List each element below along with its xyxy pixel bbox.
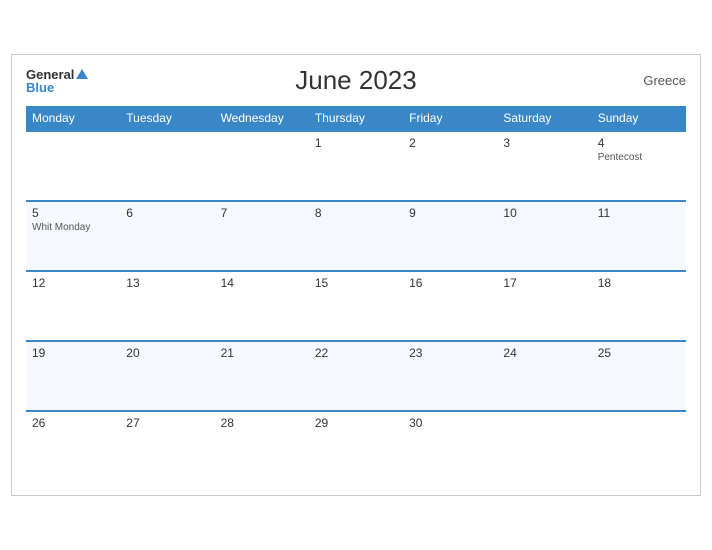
calendar-cell — [26, 131, 120, 201]
calendar-cell: 16 — [403, 271, 497, 341]
day-number: 13 — [126, 276, 208, 290]
calendar-cell: 25 — [592, 341, 686, 411]
calendar-grid: MondayTuesdayWednesdayThursdayFridaySatu… — [26, 106, 686, 481]
calendar-cell: 6 — [120, 201, 214, 271]
day-number: 20 — [126, 346, 208, 360]
day-number: 2 — [409, 136, 491, 150]
weekday-header-friday: Friday — [403, 106, 497, 131]
logo-triangle-icon — [76, 69, 88, 79]
day-number: 19 — [32, 346, 114, 360]
weekday-header-sunday: Sunday — [592, 106, 686, 131]
calendar-cell: 24 — [497, 341, 591, 411]
calendar-cell — [215, 131, 309, 201]
calendar-cell: 12 — [26, 271, 120, 341]
calendar-cell — [592, 411, 686, 481]
weekday-header-thursday: Thursday — [309, 106, 403, 131]
calendar-cell: 8 — [309, 201, 403, 271]
calendar-cell — [120, 131, 214, 201]
day-number: 26 — [32, 416, 114, 430]
calendar-week-row: 1234 Pentecost — [26, 131, 686, 201]
day-number: 16 — [409, 276, 491, 290]
calendar-cell: 15 — [309, 271, 403, 341]
day-number: 25 — [598, 346, 680, 360]
calendar-cell: 30 — [403, 411, 497, 481]
calendar-cell: 9 — [403, 201, 497, 271]
weekday-header-tuesday: Tuesday — [120, 106, 214, 131]
calendar-cell: 1 — [309, 131, 403, 201]
calendar-week-row: 26 27 28 29 30 — [26, 411, 686, 481]
logo: General Blue — [26, 68, 88, 94]
day-number: 30 — [409, 416, 491, 430]
calendar-cell: 2 — [403, 131, 497, 201]
calendar-cell: 21 — [215, 341, 309, 411]
day-number: 15 — [315, 276, 397, 290]
day-number: 5 — [32, 206, 114, 220]
weekday-header-row: MondayTuesdayWednesdayThursdayFridaySatu… — [26, 106, 686, 131]
calendar-cell: 27 — [120, 411, 214, 481]
calendar-cell: 26 — [26, 411, 120, 481]
weekday-header-wednesday: Wednesday — [215, 106, 309, 131]
day-number: 12 — [32, 276, 114, 290]
holiday-label: Whit Monday — [32, 222, 114, 233]
calendar-header: General Blue June 2023 Greece — [26, 65, 686, 96]
day-number: 6 — [126, 206, 208, 220]
calendar-cell: 3 — [497, 131, 591, 201]
calendar-cell: 13 — [120, 271, 214, 341]
day-number: 3 — [503, 136, 585, 150]
logo-blue-text: Blue — [26, 81, 88, 94]
calendar-cell: 10 — [497, 201, 591, 271]
calendar-week-row: 5 Whit Monday 6789 10 11 — [26, 201, 686, 271]
calendar-cell: 22 — [309, 341, 403, 411]
calendar-cell: 18 — [592, 271, 686, 341]
calendar-cell: 29 — [309, 411, 403, 481]
calendar-cell: 7 — [215, 201, 309, 271]
day-number: 10 — [503, 206, 585, 220]
day-number: 21 — [221, 346, 303, 360]
day-number: 11 — [598, 206, 680, 220]
day-number: 29 — [315, 416, 397, 430]
day-number: 28 — [221, 416, 303, 430]
calendar-cell: 5 Whit Monday — [26, 201, 120, 271]
day-number: 1 — [315, 136, 397, 150]
day-number: 8 — [315, 206, 397, 220]
day-number: 4 — [598, 136, 680, 150]
logo-general-text: General — [26, 68, 74, 81]
day-number: 24 — [503, 346, 585, 360]
day-number: 22 — [315, 346, 397, 360]
calendar-week-row: 12 13 14 15 16 17 18 — [26, 271, 686, 341]
country-label: Greece — [643, 73, 686, 88]
calendar-cell: 11 — [592, 201, 686, 271]
day-number: 14 — [221, 276, 303, 290]
calendar-title: June 2023 — [295, 65, 416, 96]
calendar-cell: 19 — [26, 341, 120, 411]
day-number: 7 — [221, 206, 303, 220]
calendar-week-row: 19 20 21 22 23 24 25 — [26, 341, 686, 411]
weekday-header-saturday: Saturday — [497, 106, 591, 131]
day-number: 17 — [503, 276, 585, 290]
day-number: 27 — [126, 416, 208, 430]
calendar-cell: 4 Pentecost — [592, 131, 686, 201]
calendar-container: General Blue June 2023 Greece MondayTues… — [11, 54, 701, 496]
holiday-label: Pentecost — [598, 152, 680, 163]
weekday-header-monday: Monday — [26, 106, 120, 131]
calendar-cell: 17 — [497, 271, 591, 341]
calendar-cell: 28 — [215, 411, 309, 481]
day-number: 23 — [409, 346, 491, 360]
calendar-cell — [497, 411, 591, 481]
calendar-cell: 14 — [215, 271, 309, 341]
calendar-cell: 23 — [403, 341, 497, 411]
calendar-cell: 20 — [120, 341, 214, 411]
day-number: 18 — [598, 276, 680, 290]
day-number: 9 — [409, 206, 491, 220]
